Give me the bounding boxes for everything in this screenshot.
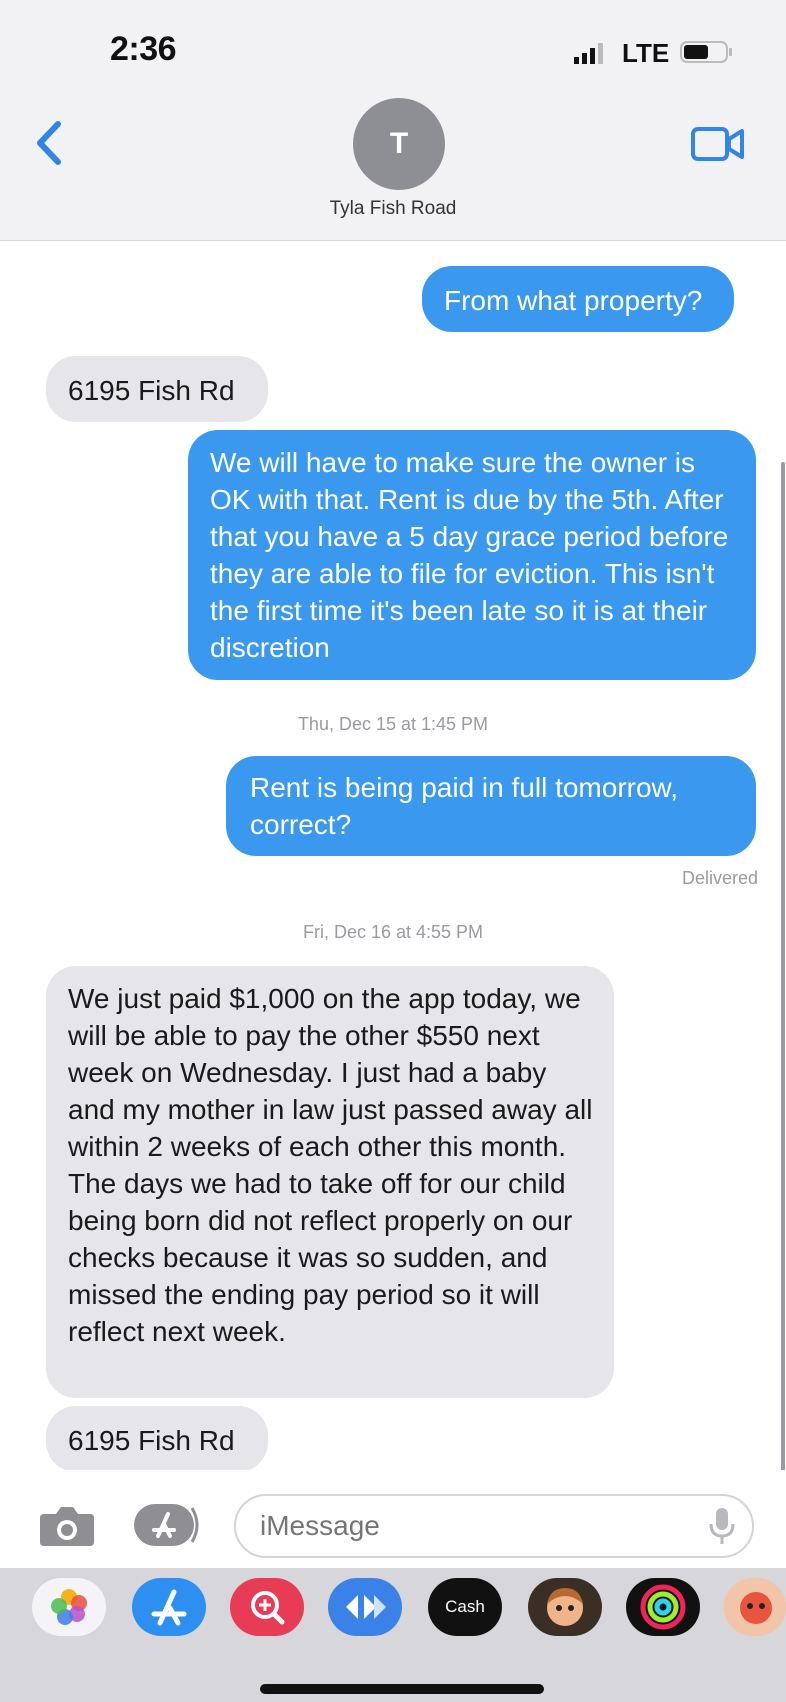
audio-message-app-icon[interactable] [328, 1578, 402, 1636]
delivered-status: Delivered [681, 868, 758, 888]
avatar-initial: T [389, 127, 409, 160]
sent-message[interactable]: Rent is being paid in full tomorrow, cor… [226, 756, 756, 856]
apple-cash-label: Cash [445, 1597, 485, 1616]
imessage-input[interactable] [234, 1494, 754, 1558]
image-search-app-icon[interactable] [230, 1578, 304, 1636]
facetime-video-icon[interactable] [690, 124, 746, 164]
app-store-icon[interactable] [132, 1502, 202, 1548]
animoji-app-icon[interactable] [724, 1578, 786, 1636]
microphone-icon[interactable] [708, 1506, 736, 1546]
carrier-label: LTE [622, 38, 670, 68]
contact-name[interactable]: Tyla Fish Road [0, 198, 786, 220]
battery-icon [680, 41, 732, 63]
contact-avatar[interactable]: T [353, 98, 445, 190]
sent-message[interactable]: From what property? [422, 266, 734, 332]
app-store-app-icon[interactable] [132, 1578, 206, 1636]
received-message[interactable]: 6195 Fish Rd [46, 356, 268, 422]
message-timestamp: Thu, Dec 15 at 1:45 PM [297, 714, 489, 734]
memoji-app-icon[interactable] [528, 1578, 602, 1636]
received-message[interactable]: 6195 Fish Rd [46, 1406, 268, 1472]
message-timestamp: Fri, Dec 16 at 4:55 PM [302, 922, 484, 942]
received-message[interactable]: We just paid $1,000 on the app today, we… [46, 966, 614, 1398]
sent-message[interactable]: We will have to make sure the owner is O… [188, 430, 756, 680]
signal-icon [574, 43, 603, 64]
photos-app-icon[interactable] [32, 1578, 106, 1636]
back-chevron-icon[interactable] [30, 118, 70, 168]
scroll-indicator[interactable] [781, 462, 785, 1478]
camera-icon[interactable] [38, 1502, 96, 1548]
apple-cash-app-icon[interactable]: Cash [428, 1578, 502, 1636]
home-indicator[interactable] [260, 1684, 544, 1694]
activity-app-icon[interactable] [626, 1578, 700, 1636]
messages-screen: 2:36 LTE T Tyla Fish Road From what prop… [0, 0, 786, 1702]
status-time: 2:36 [110, 30, 177, 68]
